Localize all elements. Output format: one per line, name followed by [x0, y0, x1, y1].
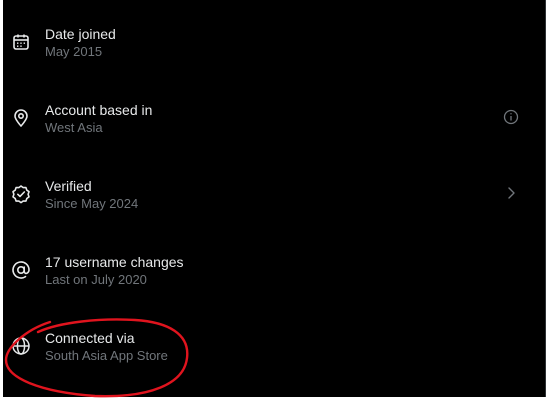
connected-via-value: South Asia App Store: [45, 348, 168, 363]
info-row-date-joined: Date joined May 2015: [3, 0, 545, 76]
globe-icon: [11, 336, 31, 356]
info-row-verified[interactable]: Verified Since May 2024: [3, 152, 545, 228]
account-based-in-value: West Asia: [45, 120, 103, 135]
date-joined-title: Date joined: [45, 26, 116, 42]
info-icon[interactable]: [503, 109, 519, 125]
chevron-right-icon: [503, 185, 519, 201]
date-joined-value: May 2015: [45, 44, 103, 59]
username-changes-title: 17 username changes: [45, 254, 184, 270]
account-based-in-title: Account based in: [45, 102, 153, 118]
verified-badge-icon: [11, 184, 31, 204]
panel-divider: [545, 0, 546, 397]
username-changes-value: Last on July 2020: [45, 272, 147, 287]
connected-via-title: Connected via: [45, 330, 135, 346]
info-row-username-changes: 17 username changes Last on July 2020: [3, 228, 545, 304]
at-sign-icon: [11, 260, 31, 280]
location-pin-icon: [11, 108, 31, 128]
verified-title: Verified: [45, 178, 92, 194]
calendar-icon: [11, 32, 31, 52]
verified-value: Since May 2024: [45, 196, 139, 211]
info-row-connected-via: Connected via South Asia App Store: [3, 304, 545, 380]
account-info-panel: Date joined May 2015 Account based in We…: [3, 0, 545, 397]
info-row-account-based-in: Account based in West Asia: [3, 76, 545, 152]
